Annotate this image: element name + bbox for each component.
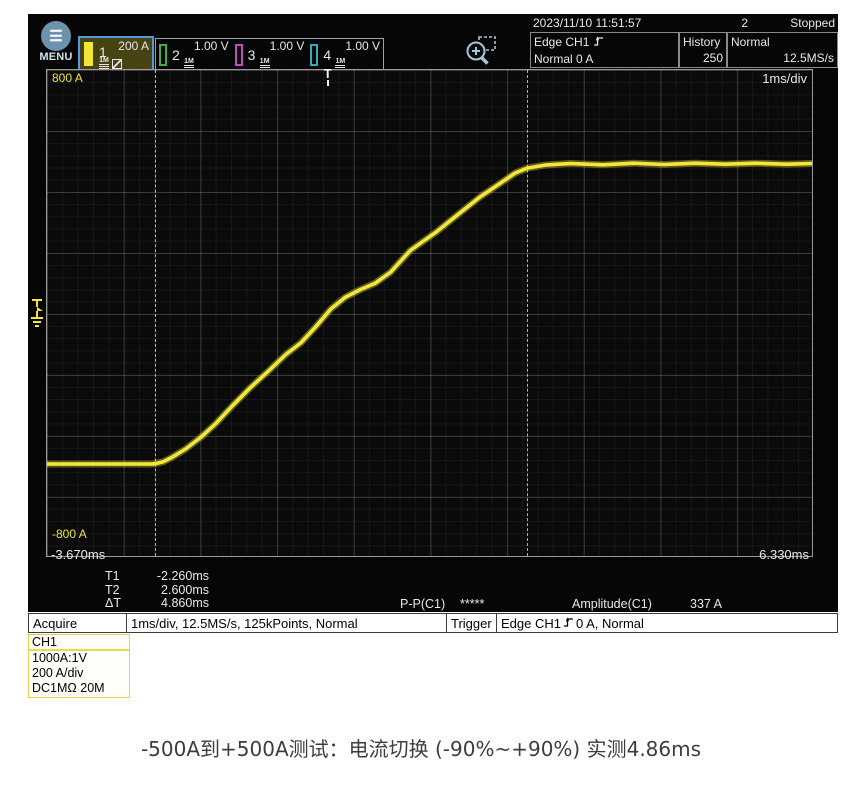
probe-icon [112, 59, 122, 69]
oscilloscope-screen: ☰ MENU 1 200 A 1M 2 1.00 V 1M 3 1.00 V [28, 14, 838, 612]
history-count: 250 [683, 50, 723, 66]
ch1-info-ratio: 1000A:1V [29, 651, 129, 666]
cursor-t1[interactable] [155, 70, 156, 556]
channel-3-button[interactable]: 3 1.00 V 1M [232, 39, 308, 71]
history-box[interactable]: History 250 [679, 32, 727, 68]
impedance-icon: 1M [99, 57, 109, 69]
trigger-type-label: Edge CH1 [534, 35, 589, 49]
zoom-icon[interactable] [461, 34, 499, 70]
ch1-info-panel: CH1 1000A:1V 200 A/div DC1MΩ 20M [28, 634, 130, 698]
measurement-line: P-P(C1) ***** Amplitude(C1) 337 A [28, 597, 838, 612]
channel-3-color-bar [235, 44, 243, 66]
channel-4-color-bar [310, 44, 318, 66]
acquisition-mode-box[interactable]: Normal 12.5MS/s [727, 32, 838, 68]
channel-4-scale: 1.00 V [345, 39, 380, 53]
timebase-label: 1ms/div [762, 71, 807, 86]
menu-button-label: MENU [33, 51, 79, 63]
sample-rate-label: 12.5MS/s [731, 50, 834, 66]
acquisition-mode-label: Normal [731, 34, 834, 50]
acquire-status-label: Acquire [29, 614, 127, 632]
trigger-level-marker-icon[interactable] [30, 296, 46, 339]
channel-1-button[interactable]: 1 200 A 1M [78, 36, 154, 72]
amplitude-measure-label: Amplitude(C1) [572, 597, 652, 611]
pp-measure-label: P-P(C1) [400, 597, 445, 611]
status-bar: Acquire 1ms/div, 12.5MS/s, 125kPoints, N… [28, 613, 838, 633]
menu-icon: ☰ [41, 21, 71, 51]
bottom-scale-label: -800 A [52, 527, 87, 541]
channel-2-scale: 1.00 V [194, 39, 229, 53]
channel-1-scale: 200 A [118, 39, 149, 53]
trigger-mode-label: Normal 0 A [534, 51, 675, 67]
trigger-position-marker: T [324, 68, 332, 86]
ch1-info-coupling: DC1MΩ 20M [29, 681, 129, 696]
trigger-status-label: Trigger [447, 614, 497, 632]
left-time-label: -3.670ms [51, 547, 105, 562]
amplitude-measure-value: 337 A [690, 597, 722, 611]
datetime-label: 2023/11/10 11:51:57 [533, 16, 641, 30]
trigger-settings-box[interactable]: Edge CH1 Normal 0 A [530, 32, 679, 68]
channel-2-button[interactable]: 2 1.00 V 1M [156, 39, 232, 71]
waveform-trace [47, 163, 812, 464]
waveform-glow [47, 163, 812, 464]
channel-3-scale: 1.00 V [270, 39, 305, 53]
top-scale-label: 800 A [52, 71, 83, 85]
ch1-info-scale: 200 A/div [29, 666, 129, 681]
rising-edge-icon [563, 616, 574, 631]
cursor-t1-readout: T1-2.260ms [105, 570, 209, 584]
history-label: History [683, 34, 723, 50]
sequence-number: 2 [708, 16, 748, 30]
cursor-t2[interactable] [527, 70, 528, 556]
trigger-status-value: Edge CH1 0 A, Normal [497, 614, 837, 632]
channel-4-number: 4 [323, 47, 331, 63]
channel-4-button[interactable]: 4 1.00 V 1M [307, 39, 383, 71]
channel-2-number: 2 [172, 47, 180, 63]
menu-button[interactable]: ☰ MENU [33, 21, 79, 63]
cursor-t2-readout: T22.600ms [105, 584, 209, 598]
channel-3-number: 3 [248, 47, 256, 63]
ch1-info-title: CH1 [29, 635, 129, 651]
channel-1-color-bar [84, 42, 93, 66]
channel-2-color-bar [159, 44, 167, 66]
run-state-label: Stopped [790, 16, 835, 30]
acquire-status-value: 1ms/div, 12.5MS/s, 125kPoints, Normal [127, 614, 447, 632]
waveform-svg [47, 70, 812, 556]
rising-edge-icon [593, 35, 604, 51]
right-time-label: 6.330ms [759, 547, 809, 562]
pp-measure-value: ***** [460, 597, 484, 611]
caption-text: -500A到+500A测试：电流切换 (-90%~+90%) 实测4.86ms [0, 733, 842, 762]
waveform-display: T 800 A -800 A -3.670ms 6.330ms 1ms/div [46, 69, 813, 557]
channel-group: 2 1.00 V 1M 3 1.00 V 1M 4 1.00 V 1M [155, 38, 384, 72]
